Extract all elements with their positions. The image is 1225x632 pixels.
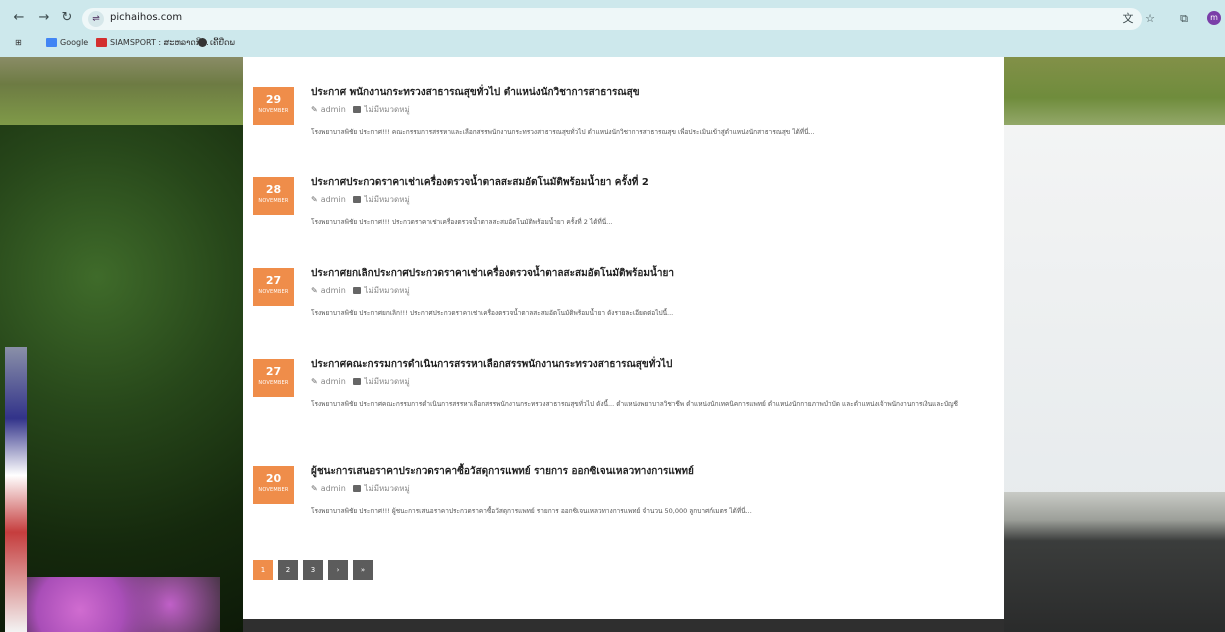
pencil-icon: ✎ — [311, 195, 318, 204]
post-meta: ✎ admin ไม่มีหมวดหมู่ — [311, 103, 410, 116]
post-excerpt: โรงพยาบาลพิชัย ประกาศยกเลิก!!! ประกาศประ… — [311, 309, 674, 317]
last-page-button[interactable]: » — [353, 560, 373, 580]
category-link[interactable]: ไม่มีหมวดหมู่ — [364, 377, 409, 386]
date-badge: 27 NOVEMBER — [253, 268, 294, 306]
page-3-button[interactable]: 3 — [303, 560, 323, 580]
post-title-link[interactable]: ผู้ชนะการเสนอราคาประกวดราคาซื้อวัสดุการแ… — [311, 464, 694, 479]
date-badge: 27 NOVEMBER — [253, 359, 294, 397]
bookmarks-bar: ⊞ Google SIAMSPORT : ສະຫລາດກີ... ເຄີ້ຢືດ… — [0, 34, 1225, 52]
author-link[interactable]: admin — [321, 286, 346, 295]
date-day: 28 — [265, 183, 282, 196]
globe-icon — [198, 38, 207, 47]
date-month: NOVEMBER — [258, 108, 289, 114]
folder-icon — [353, 196, 362, 203]
post-meta: ✎ admin ไม่มีหมวดหมู่ — [311, 482, 410, 495]
folder-icon — [353, 378, 362, 385]
post-excerpt: โรงพยาบาลพิชัย ประกาศคณะกรรมการดำเนินการ… — [311, 400, 958, 408]
date-month: NOVEMBER — [258, 198, 289, 204]
date-day: 29 — [265, 93, 282, 106]
page-1-button[interactable]: 1 — [253, 560, 273, 580]
page-2-button[interactable]: 2 — [278, 560, 298, 580]
bookmark-other[interactable]: ເຄີ້ຢືດພ — [198, 36, 235, 50]
folder-icon — [353, 106, 362, 113]
google-icon — [46, 38, 57, 47]
background-flowers — [20, 577, 220, 632]
pencil-icon: ✎ — [311, 286, 318, 295]
extensions-icon[interactable]: ⧉ — [1176, 11, 1192, 27]
post-title-link[interactable]: ประกาศคณะกรรมการดำเนินการสรรหาเลือกสรรพน… — [311, 357, 672, 372]
author-link[interactable]: admin — [321, 105, 346, 114]
date-month: NOVEMBER — [258, 380, 289, 386]
author-link[interactable]: admin — [321, 377, 346, 386]
forward-icon[interactable]: → — [35, 9, 53, 27]
siamsport-icon — [96, 38, 107, 47]
post-list: 29 NOVEMBER ประกาศ พนักงานกระทรวงสาธารณส… — [243, 57, 1004, 619]
bookmark-google[interactable]: Google — [46, 36, 88, 50]
footer-strip — [243, 619, 1004, 632]
background-grass-right — [1004, 57, 1225, 125]
translate-icon[interactable]: 文 — [1120, 11, 1136, 27]
bookmark-label: SIAMSPORT : ສະຫລາດກີ... — [110, 38, 209, 47]
post-title-link[interactable]: ประกาศ พนักงานกระทรวงสาธารณสุขทั่วไป ตำแ… — [311, 85, 640, 100]
folder-icon — [353, 485, 362, 492]
back-icon[interactable]: ← — [10, 9, 28, 27]
date-day: 27 — [265, 365, 282, 378]
author-link[interactable]: admin — [321, 195, 346, 204]
pencil-icon: ✎ — [311, 377, 318, 386]
post-meta: ✎ admin ไม่มีหมวดหมู่ — [311, 193, 410, 206]
date-badge: 28 NOVEMBER — [253, 177, 294, 215]
post-meta: ✎ admin ไม่มีหมวดหมู่ — [311, 375, 410, 388]
browser-toolbar: ← → ↻ ⇌ pichaihos.com 文 ☆ ⧉ — [0, 6, 1225, 32]
post-title-link[interactable]: ประกาศยกเลิกประกาศประกวดราคาเช่าเครื่องต… — [311, 266, 674, 281]
category-link[interactable]: ไม่มีหมวดหมู่ — [364, 286, 409, 295]
reload-icon[interactable]: ↻ — [58, 9, 76, 27]
date-badge: 20 NOVEMBER — [253, 466, 294, 504]
browser-chrome: ← → ↻ ⇌ pichaihos.com 文 ☆ ⧉ m ⊞ Google S… — [0, 0, 1225, 57]
category-link[interactable]: ไม่มีหมวดหมู่ — [364, 484, 409, 493]
page-viewport: 29 NOVEMBER ประกาศ พนักงานกระทรวงสาธารณส… — [0, 57, 1225, 632]
bookmark-label: Google — [60, 38, 89, 47]
address-bar[interactable]: ⇌ pichaihos.com — [82, 8, 1142, 30]
author-link[interactable]: admin — [321, 484, 346, 493]
profile-avatar[interactable]: m — [1207, 11, 1221, 25]
folder-icon — [353, 287, 362, 294]
background-flag — [5, 347, 27, 632]
post-excerpt: โรงพยาบาลพิชัย ประกาศ!!! คณะกรรมการสรรหา… — [311, 128, 815, 136]
pencil-icon: ✎ — [311, 484, 318, 493]
background-sky — [1004, 125, 1225, 505]
date-month: NOVEMBER — [258, 289, 289, 295]
post-excerpt: โรงพยาบาลพิชัย ประกาศ!!! ประกวดราคาเช่าเ… — [311, 218, 613, 226]
post-meta: ✎ admin ไม่มีหมวดหมู่ — [311, 284, 410, 297]
pencil-icon: ✎ — [311, 105, 318, 114]
background-tree — [0, 125, 243, 632]
category-link[interactable]: ไม่มีหมวดหมู่ — [364, 195, 409, 204]
bookmark-label: ເຄີ້ຢືດພ — [210, 38, 235, 47]
site-info-icon[interactable]: ⇌ — [88, 11, 104, 27]
url-text[interactable]: pichaihos.com — [110, 12, 182, 23]
bookmark-siamsport[interactable]: SIAMSPORT : ສະຫລາດກີ... — [96, 36, 209, 50]
background-grass-left — [0, 57, 243, 125]
category-link[interactable]: ไม่มีหมวดหมู่ — [364, 105, 409, 114]
post-title-link[interactable]: ประกาศประกวดราคาเช่าเครื่องตรวจน้ำตาลสะส… — [311, 175, 649, 190]
background-structure — [1004, 492, 1225, 632]
post-excerpt: โรงพยาบาลพิชัย ประกาศ!!! ผู้ชนะการเสนอรา… — [311, 507, 752, 515]
next-page-button[interactable]: › — [328, 560, 348, 580]
date-day: 20 — [265, 472, 282, 485]
apps-icon[interactable]: ⊞ — [15, 36, 22, 50]
bookmark-star-icon[interactable]: ☆ — [1142, 11, 1158, 27]
date-month: NOVEMBER — [258, 487, 289, 493]
date-day: 27 — [265, 274, 282, 287]
date-badge: 29 NOVEMBER — [253, 87, 294, 125]
